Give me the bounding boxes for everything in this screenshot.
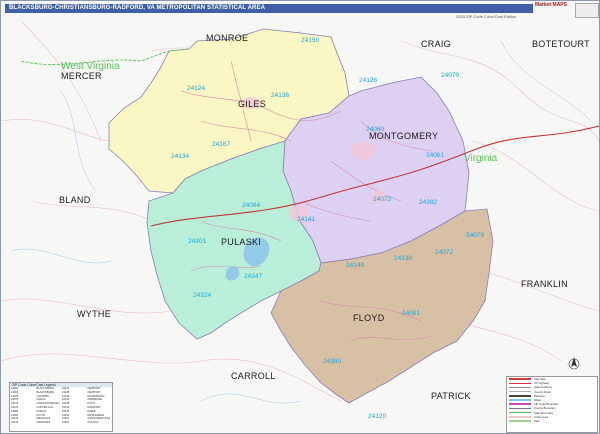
zip-label: 24301: [188, 238, 206, 245]
zip-label: 24120: [368, 413, 386, 420]
zip-label: 24070: [441, 72, 459, 79]
logo-badge: [575, 3, 599, 18]
zip-label: 24124: [187, 85, 205, 92]
legend-swatch: [509, 390, 531, 393]
zip-label: 24382: [419, 199, 437, 206]
zip-label: 24380: [323, 358, 341, 365]
zip-table-cell: 24301: [62, 421, 70, 425]
zip-label: 24149: [346, 262, 364, 269]
zip-label: 24126: [359, 77, 377, 84]
zip-label: 24150: [301, 37, 319, 44]
county-label-floyd: FLOYD: [353, 313, 385, 323]
county-label-pulaski: PULASKI: [221, 237, 261, 247]
legend-swatch: [509, 382, 531, 385]
county-label-monroe: MONROE: [206, 33, 248, 43]
legend-swatch: [509, 395, 531, 397]
county-label-carroll: CARROLL: [231, 371, 276, 381]
zip-label: 24061: [426, 152, 444, 159]
zip-table-rows: 24060 BLACKSBURG 24126 NEWPORT 24061 BLACKSBU…: [10, 387, 112, 425]
county-label-craig: CRAIG: [421, 39, 451, 49]
legend-swatch: [509, 403, 531, 405]
zip-label: 24167: [212, 141, 230, 148]
county-label-mercer: MERCER: [61, 71, 102, 81]
zip-label: 24136: [271, 92, 289, 99]
map-title: BLACKSBURG-CHRISTIANSBURG-RADFORD, VA ME…: [5, 4, 533, 13]
zip-label: 24079: [466, 232, 484, 239]
county-label-wythe: WYTHE: [77, 309, 111, 319]
legend-rows: Interstate US Highway State Highway County …: [507, 377, 597, 423]
legend-label: Park: [534, 418, 540, 423]
zip-table-row: 24124 NARROWS 24301 PULASKI: [10, 421, 112, 425]
map-frame[interactable]: West Virginia Virginia GILES MONTGOMERY …: [0, 0, 600, 434]
zip-label: 24072: [435, 249, 453, 256]
zip-label: 24060: [366, 126, 384, 133]
zip-label: 24084: [242, 202, 260, 209]
zip-table-cell: 24124: [11, 421, 19, 425]
zip-table-cell: NARROWS: [36, 421, 51, 425]
legend-swatch: [509, 411, 531, 414]
zip-label: 24073: [373, 196, 391, 203]
state-label-virginia: Virginia: [464, 153, 498, 164]
legend-swatch: [509, 407, 531, 410]
county-label-giles: GILES: [238, 99, 266, 109]
zip-label: 24324: [193, 292, 211, 299]
legend-item: Park: [507, 419, 597, 423]
legend-swatch: [509, 420, 531, 422]
zip-table-cell: PULASKI: [87, 421, 99, 425]
map-subtitle: 2023 ZIP Code Color/Cast Edition: [456, 14, 517, 19]
zip-label: 24141: [297, 216, 315, 223]
county-label-franklin: FRANKLIN: [521, 279, 568, 289]
map-legend: Interstate US Highway State Highway County …: [506, 376, 598, 433]
zip-label: 24134: [171, 153, 189, 160]
legend-swatch: [509, 416, 531, 418]
county-label-botetourt: BOTETOURT: [532, 39, 590, 49]
zip-label: 24091: [402, 310, 420, 317]
legend-swatch: [509, 386, 531, 389]
county-label-bland: BLAND: [59, 195, 91, 205]
zip-code-table: ZIP Code Color/Cast Legend 24060 BLACKSBU…: [9, 382, 113, 432]
publisher-logo: Market MAPS: [535, 2, 567, 8]
zip-label: 24138: [394, 255, 412, 262]
legend-swatch: [509, 399, 531, 401]
north-arrow-icon: [568, 357, 580, 371]
county-label-patrick: PATRICK: [431, 391, 471, 401]
zip-label: 24347: [244, 273, 262, 280]
map-canvas[interactable]: West Virginia Virginia GILES MONTGOMERY …: [1, 1, 599, 433]
legend-swatch: [509, 378, 531, 380]
